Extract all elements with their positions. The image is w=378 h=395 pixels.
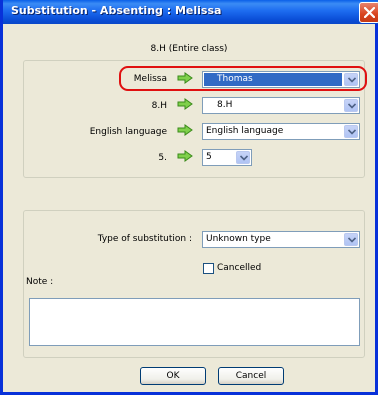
ok-button[interactable]: OK — [140, 367, 206, 385]
class-dropdown-button[interactable] — [344, 99, 358, 112]
chevron-down-icon — [348, 129, 356, 135]
subject-select[interactable]: English language — [202, 123, 360, 140]
period-dropdown-button[interactable] — [236, 151, 250, 164]
chevron-down-icon — [348, 237, 356, 243]
class-select-value: 8.H — [217, 100, 233, 110]
close-icon — [364, 7, 375, 18]
row-period-label: 5. — [158, 153, 167, 163]
close-button[interactable] — [359, 2, 378, 23]
substitution-type-value: Unknown type — [206, 234, 271, 244]
highlight-annotation — [119, 66, 367, 91]
subject-select-value: English language — [206, 126, 284, 136]
substitution-type-dropdown-button[interactable] — [344, 233, 358, 246]
row-subject-label: English language — [89, 127, 167, 137]
chevron-down-icon — [348, 103, 356, 109]
window-title: Substitution - Absenting : Melissa — [11, 4, 222, 17]
period-select[interactable]: 5 — [202, 149, 252, 166]
class-select[interactable]: 8.H — [202, 97, 360, 114]
green-right-arrow-icon — [177, 150, 193, 162]
period-select-value: 5 — [206, 152, 212, 162]
green-right-arrow-icon — [177, 98, 193, 110]
cancel-button[interactable]: Cancel — [218, 367, 284, 385]
title-bar[interactable]: Substitution - Absenting : Melissa — [3, 0, 378, 24]
note-textarea[interactable] — [29, 298, 360, 346]
note-label: Note : — [26, 277, 54, 287]
green-right-arrow-icon — [177, 124, 193, 136]
row-class-label: 8.H — [151, 101, 167, 111]
dialog-window: Substitution - Absenting : Melissa 8.H (… — [0, 0, 378, 395]
cancelled-checkbox[interactable] — [203, 263, 214, 274]
class-info: 8.H (Entire class) — [150, 44, 228, 54]
substitution-type-select[interactable]: Unknown type — [202, 231, 360, 248]
substitution-type-label: Type of substitution : — [97, 234, 192, 244]
subject-dropdown-button[interactable] — [344, 125, 358, 138]
chevron-down-icon — [240, 155, 248, 161]
cancelled-label[interactable]: Cancelled — [217, 263, 261, 273]
